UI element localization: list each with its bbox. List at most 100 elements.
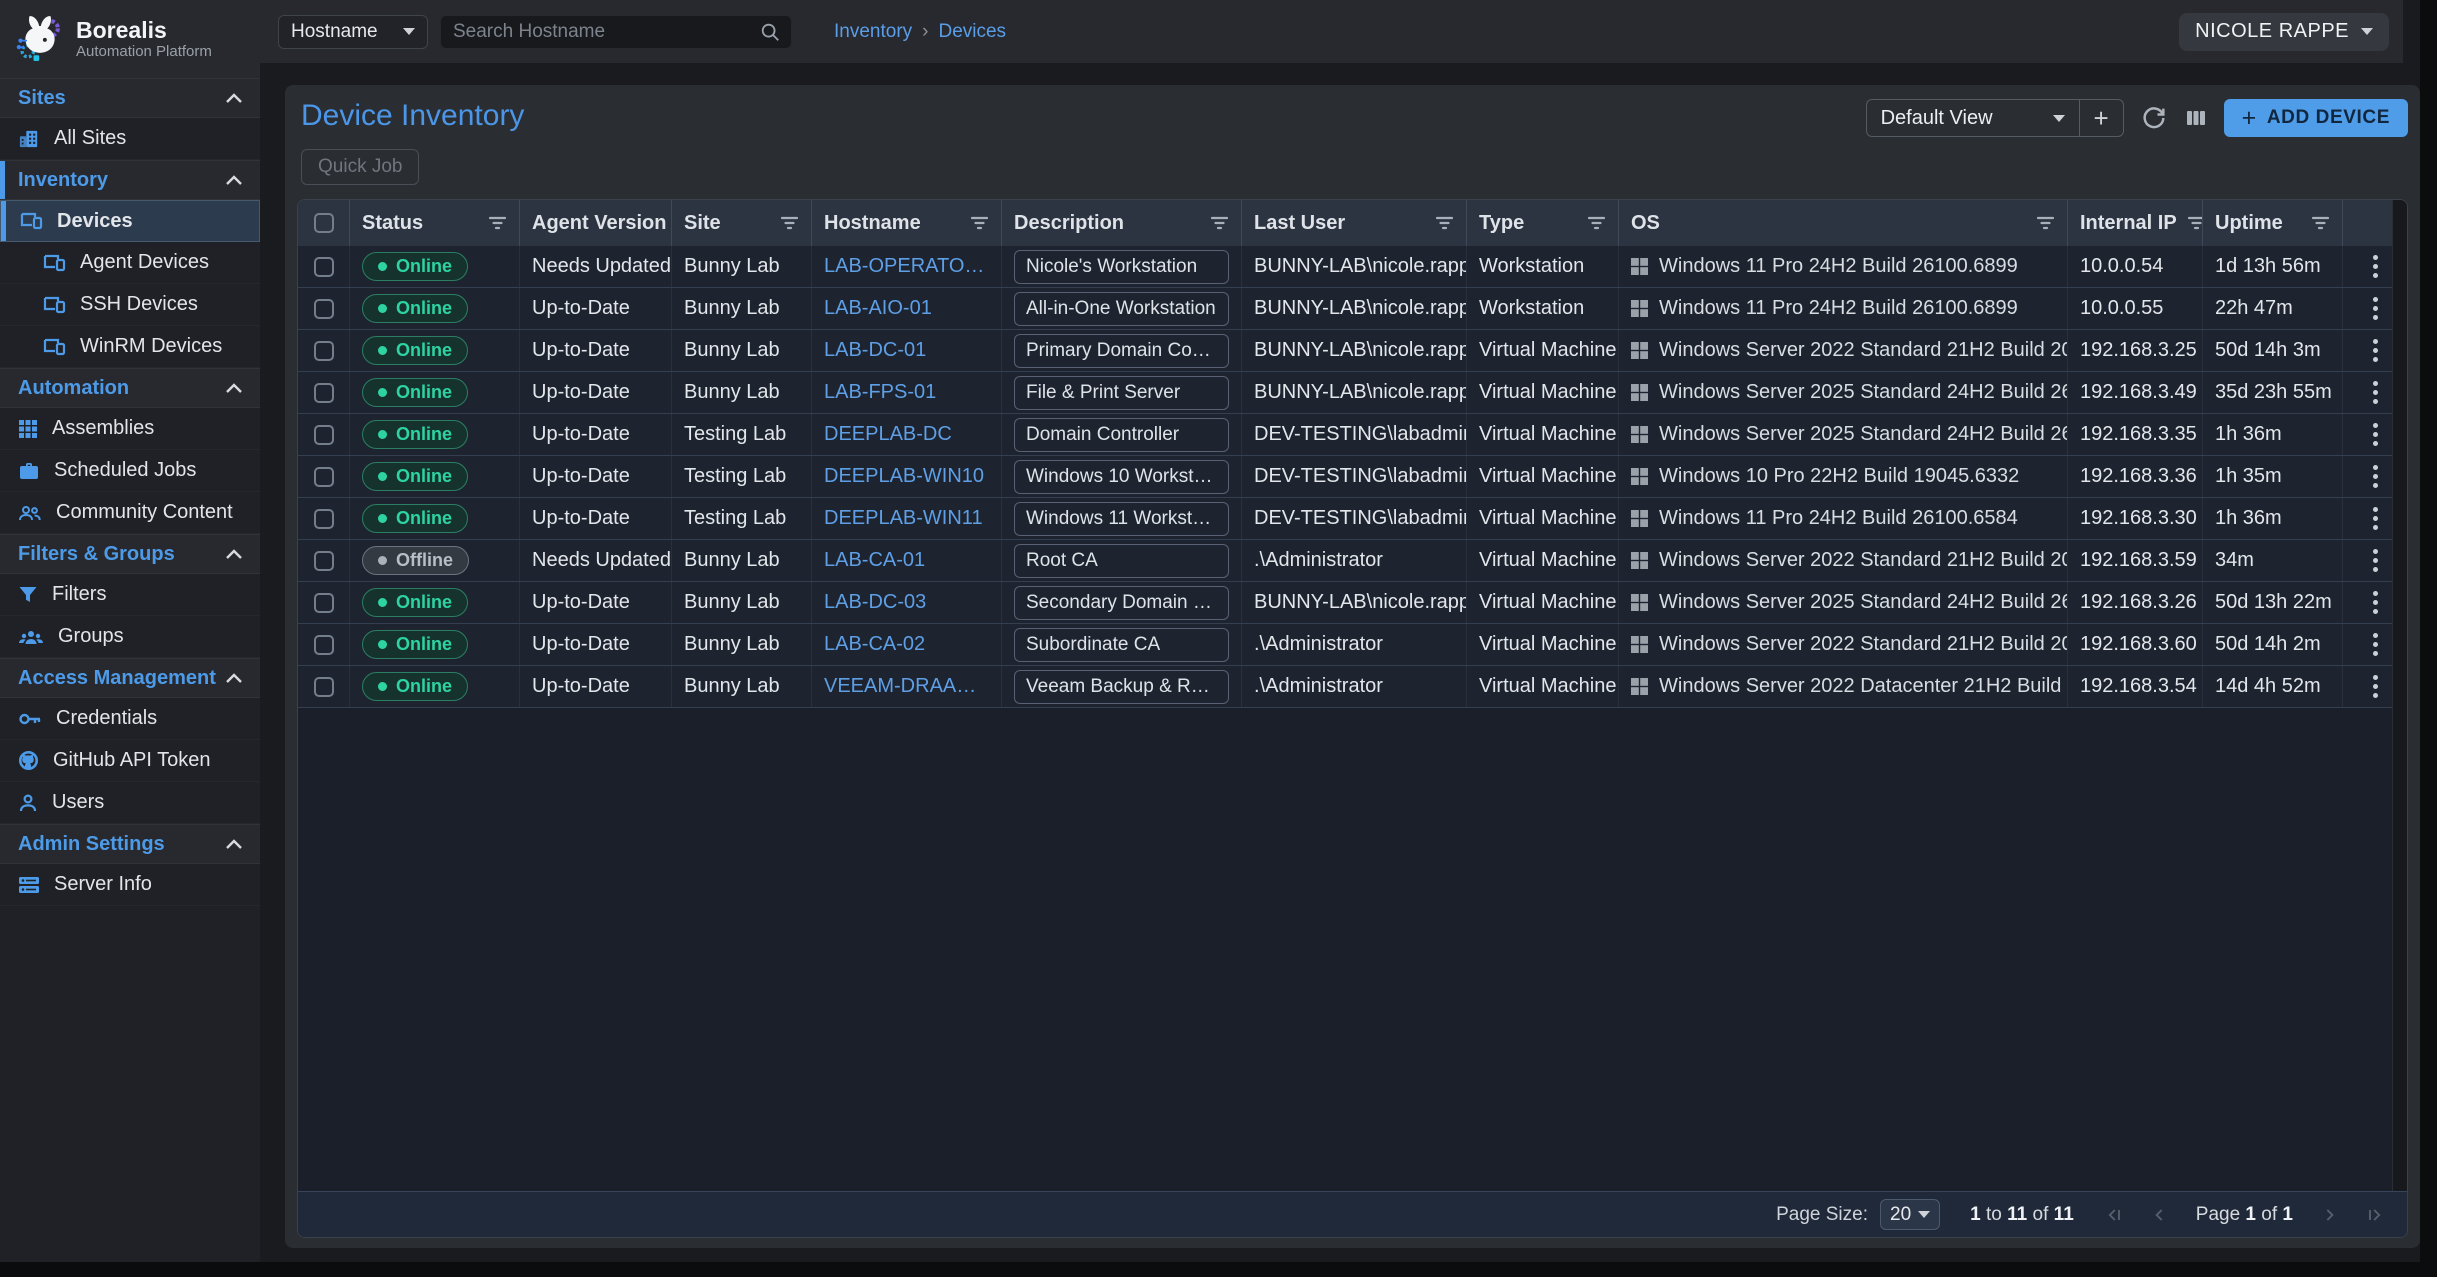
filter-icon[interactable] [1425, 215, 1454, 231]
column-header-agent-version[interactable]: Agent Version [520, 200, 672, 246]
sidebar-item-community-content[interactable]: Community Content [0, 492, 260, 534]
column-header-os[interactable]: OS [1619, 200, 2068, 246]
hostname-link[interactable]: LAB-DC-03 [824, 591, 926, 614]
row-checkbox[interactable] [314, 257, 334, 277]
column-header-status[interactable]: Status [350, 200, 520, 246]
row-checkbox[interactable] [314, 467, 334, 487]
hostname-link[interactable]: DEEPLAB-WIN11 [824, 507, 983, 530]
hostname-link[interactable]: DEEPLAB-WIN10 [824, 465, 984, 488]
hostname-link[interactable]: LAB-OPERATOR-01 [824, 255, 989, 278]
row-actions-kebab-icon[interactable] [2365, 499, 2386, 538]
hostname-link[interactable]: VEEAM-DRAAS-01 [824, 675, 989, 698]
filter-icon[interactable] [2177, 215, 2203, 231]
filter-icon[interactable] [1200, 215, 1229, 231]
hostname-link[interactable]: LAB-DC-01 [824, 339, 926, 362]
user-menu-button[interactable]: NICOLE RAPPE [2179, 13, 2389, 51]
search-field-selector[interactable]: Hostname [278, 15, 428, 49]
sidebar-section-inventory[interactable]: Inventory [0, 160, 260, 200]
row-checkbox[interactable] [314, 677, 334, 697]
last-page-button[interactable] [2365, 1205, 2385, 1225]
description-field[interactable]: Primary Domain Controller [1014, 334, 1229, 368]
sidebar-item-filters[interactable]: Filters [0, 574, 260, 616]
row-checkbox[interactable] [314, 635, 334, 655]
description-field[interactable]: Domain Controller [1014, 418, 1229, 452]
sidebar-item-server-info[interactable]: Server Info [0, 864, 260, 906]
sidebar-item-github-api-token[interactable]: GitHub API Token [0, 740, 260, 782]
sidebar-section-admin-settings[interactable]: Admin Settings [0, 824, 260, 864]
row-actions-kebab-icon[interactable] [2365, 415, 2386, 454]
breadcrumb-devices[interactable]: Devices [938, 21, 1006, 43]
row-checkbox[interactable] [314, 425, 334, 445]
add-view-button[interactable]: + [2079, 100, 2123, 136]
quick-job-button[interactable]: Quick Job [301, 149, 419, 185]
filter-icon[interactable] [1577, 215, 1606, 231]
hostname-link[interactable]: LAB-FPS-01 [824, 381, 936, 404]
sidebar-item-ssh-devices[interactable]: SSH Devices [0, 284, 260, 326]
row-checkbox[interactable] [314, 341, 334, 361]
sidebar-item-assemblies[interactable]: Assemblies [0, 408, 260, 450]
sidebar-item-credentials[interactable]: Credentials [0, 698, 260, 740]
row-actions-kebab-icon[interactable] [2365, 247, 2386, 286]
filter-icon[interactable] [478, 215, 507, 231]
sidebar-section-sites[interactable]: Sites [0, 78, 260, 118]
sidebar-item-scheduled-jobs[interactable]: Scheduled Jobs [0, 450, 260, 492]
sidebar-item-all-sites[interactable]: All Sites [0, 118, 260, 160]
row-actions-kebab-icon[interactable] [2365, 583, 2386, 622]
description-field[interactable]: Secondary Domain Controller [1014, 586, 1229, 620]
column-header-last-user[interactable]: Last User [1242, 200, 1467, 246]
next-page-button[interactable] [2319, 1205, 2339, 1225]
sidebar-item-users[interactable]: Users [0, 782, 260, 824]
sidebar-section-filters-groups[interactable]: Filters & Groups [0, 534, 260, 574]
description-field[interactable]: Veeam Backup & Replication Ser ... [1014, 670, 1229, 704]
sidebar-item-groups[interactable]: Groups [0, 616, 260, 658]
sidebar-section-access-management[interactable]: Access Management [0, 658, 260, 698]
table-scrollbar[interactable] [2392, 200, 2407, 1191]
hostname-link[interactable]: LAB-CA-01 [824, 549, 925, 572]
row-checkbox[interactable] [314, 551, 334, 571]
sidebar-item-winrm-devices[interactable]: WinRM Devices [0, 326, 260, 368]
column-header-description[interactable]: Description [1002, 200, 1242, 246]
description-field[interactable]: Root CA [1014, 544, 1229, 578]
sidebar-section-automation[interactable]: Automation [0, 368, 260, 408]
view-selector[interactable]: Default View [1867, 100, 2079, 136]
filter-icon[interactable] [2026, 215, 2055, 231]
row-checkbox[interactable] [314, 383, 334, 403]
hostname-link[interactable]: LAB-CA-02 [824, 633, 925, 656]
row-actions-kebab-icon[interactable] [2365, 289, 2386, 328]
column-header-uptime[interactable]: Uptime [2203, 200, 2343, 246]
filter-icon[interactable] [960, 215, 989, 231]
row-actions-kebab-icon[interactable] [2365, 331, 2386, 370]
row-actions-kebab-icon[interactable] [2365, 667, 2386, 706]
add-device-button[interactable]: + ADD DEVICE [2224, 99, 2408, 137]
breadcrumb-inventory[interactable]: Inventory [834, 21, 912, 43]
description-field[interactable]: Subordinate CA [1014, 628, 1229, 662]
filter-icon[interactable] [2301, 215, 2330, 231]
filter-icon[interactable] [770, 215, 799, 231]
row-checkbox[interactable] [314, 509, 334, 529]
search-input[interactable] [453, 21, 759, 43]
column-header-type[interactable]: Type [1467, 200, 1619, 246]
sidebar-item-agent-devices[interactable]: Agent Devices [0, 242, 260, 284]
brand-home-link[interactable]: Borealis Automation Platform [0, 0, 260, 78]
row-actions-kebab-icon[interactable] [2365, 373, 2386, 412]
row-actions-kebab-icon[interactable] [2365, 625, 2386, 664]
description-field[interactable]: All-in-One Workstation [1014, 292, 1229, 326]
sidebar-item-devices[interactable]: Devices [0, 200, 260, 242]
row-actions-kebab-icon[interactable] [2365, 541, 2386, 580]
column-header-hostname[interactable]: Hostname [812, 200, 1002, 246]
refresh-button[interactable] [2140, 104, 2168, 132]
hostname-link[interactable]: DEEPLAB-DC [824, 423, 952, 446]
row-actions-kebab-icon[interactable] [2365, 457, 2386, 496]
description-field[interactable]: Nicole's Workstation [1014, 250, 1229, 284]
description-field[interactable]: Windows 10 Workstation [1014, 460, 1229, 494]
hostname-link[interactable]: LAB-AIO-01 [824, 297, 932, 320]
description-field[interactable]: File & Print Server [1014, 376, 1229, 410]
first-page-button[interactable] [2104, 1205, 2124, 1225]
description-field[interactable]: Windows 11 Workstation [1014, 502, 1229, 536]
page-size-selector[interactable]: 20 [1880, 1199, 1940, 1230]
column-header-internal-ip[interactable]: Internal IP [2068, 200, 2203, 246]
select-all-checkbox[interactable] [314, 213, 334, 233]
row-checkbox[interactable] [314, 593, 334, 613]
columns-button[interactable] [2184, 106, 2208, 130]
row-checkbox[interactable] [314, 299, 334, 319]
